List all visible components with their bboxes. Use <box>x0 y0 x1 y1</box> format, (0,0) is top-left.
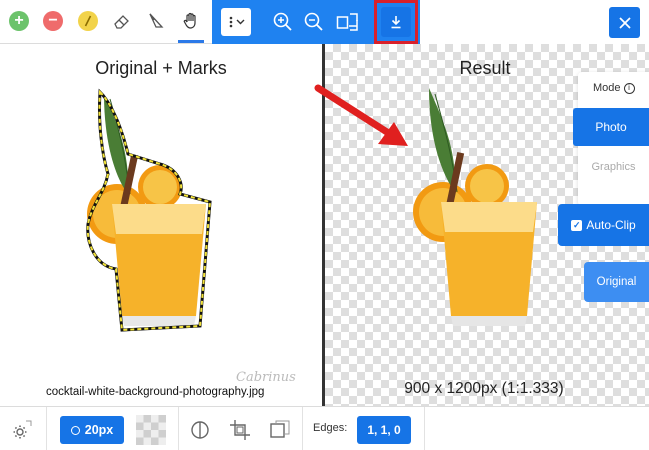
crop-button[interactable] <box>228 418 252 442</box>
mode-label: Mode i <box>593 82 635 94</box>
graphics-mode-button[interactable]: Graphics <box>578 155 649 179</box>
eraser-button[interactable] <box>111 10 133 32</box>
drawing-toolbar: + − <box>0 0 212 44</box>
more-menu-button[interactable] <box>221 8 251 36</box>
eraser-icon <box>114 15 129 29</box>
original-button[interactable]: Original <box>584 262 649 302</box>
original-pane[interactable]: Original + Marks Cabrinus cocktail-white… <box>0 44 322 406</box>
chevron-down-icon <box>236 19 244 25</box>
separator <box>46 407 47 450</box>
minus-circle-icon: − <box>43 11 63 31</box>
hand-icon <box>183 12 196 29</box>
close-button[interactable] <box>609 7 640 38</box>
checkbox-checked-icon: ✓ <box>571 219 583 231</box>
edges-button[interactable]: 1, 1, 0 <box>357 416 411 444</box>
image-filename: cocktail-white-background-photography.jp… <box>46 386 265 398</box>
shadow-button[interactable] <box>268 418 292 442</box>
close-icon <box>618 16 631 29</box>
blur-toggle-button[interactable] <box>188 418 212 442</box>
zoom-out-button[interactable] <box>303 11 325 33</box>
image-dimensions: 900 x 1200px (1:1.333) <box>404 380 564 397</box>
separator <box>424 407 425 450</box>
fit-screen-icon <box>336 13 358 31</box>
scalpel-icon <box>149 13 164 28</box>
auto-clip-toggle[interactable]: ✓ Auto-Clip <box>558 204 649 246</box>
hair-mark-button[interactable] <box>77 10 99 32</box>
mode-label-text: Mode <box>593 82 621 94</box>
brush-size-value: 20px <box>84 423 114 437</box>
active-tool-indicator <box>178 40 204 43</box>
crop-icon <box>230 420 250 440</box>
background-swatch[interactable] <box>136 415 166 445</box>
zoom-in-button[interactable] <box>272 11 294 33</box>
half-circle-icon <box>191 421 209 439</box>
info-icon[interactable]: i <box>623 82 635 94</box>
brush-size-button[interactable]: 20px <box>60 416 124 444</box>
plus-circle-icon: + <box>9 11 29 31</box>
separator <box>178 407 179 450</box>
separator <box>302 407 303 450</box>
auto-clip-label: Auto-Clip <box>586 218 636 232</box>
watermark-text: Cabrinus <box>236 370 296 385</box>
photo-mode-button[interactable]: Photo <box>573 108 649 146</box>
zoom-in-icon <box>273 12 292 31</box>
add-mark-button[interactable]: + <box>8 10 30 32</box>
red-arrow-annotation <box>314 84 408 146</box>
slash-circle-icon <box>78 11 98 31</box>
pan-button[interactable] <box>180 10 202 32</box>
bottom-toolbar: 20px Edges: 1, 1, 0 <box>0 406 649 450</box>
edges-label: Edges: <box>313 422 348 434</box>
download-button[interactable] <box>381 7 411 37</box>
zoom-out-icon <box>304 12 323 31</box>
settings-button[interactable] <box>10 418 34 442</box>
view-toolbar <box>212 0 420 44</box>
download-highlight <box>374 0 418 44</box>
drop-shadow-icon <box>270 420 290 438</box>
settings-icon <box>13 420 32 439</box>
original-image[interactable] <box>0 44 322 364</box>
remove-mark-button[interactable]: − <box>42 10 64 32</box>
fit-screen-button[interactable] <box>336 11 358 33</box>
download-icon <box>391 16 401 29</box>
scalpel-button[interactable] <box>145 10 167 32</box>
brush-circle-icon <box>70 425 80 435</box>
more-vertical-icon <box>229 16 232 28</box>
